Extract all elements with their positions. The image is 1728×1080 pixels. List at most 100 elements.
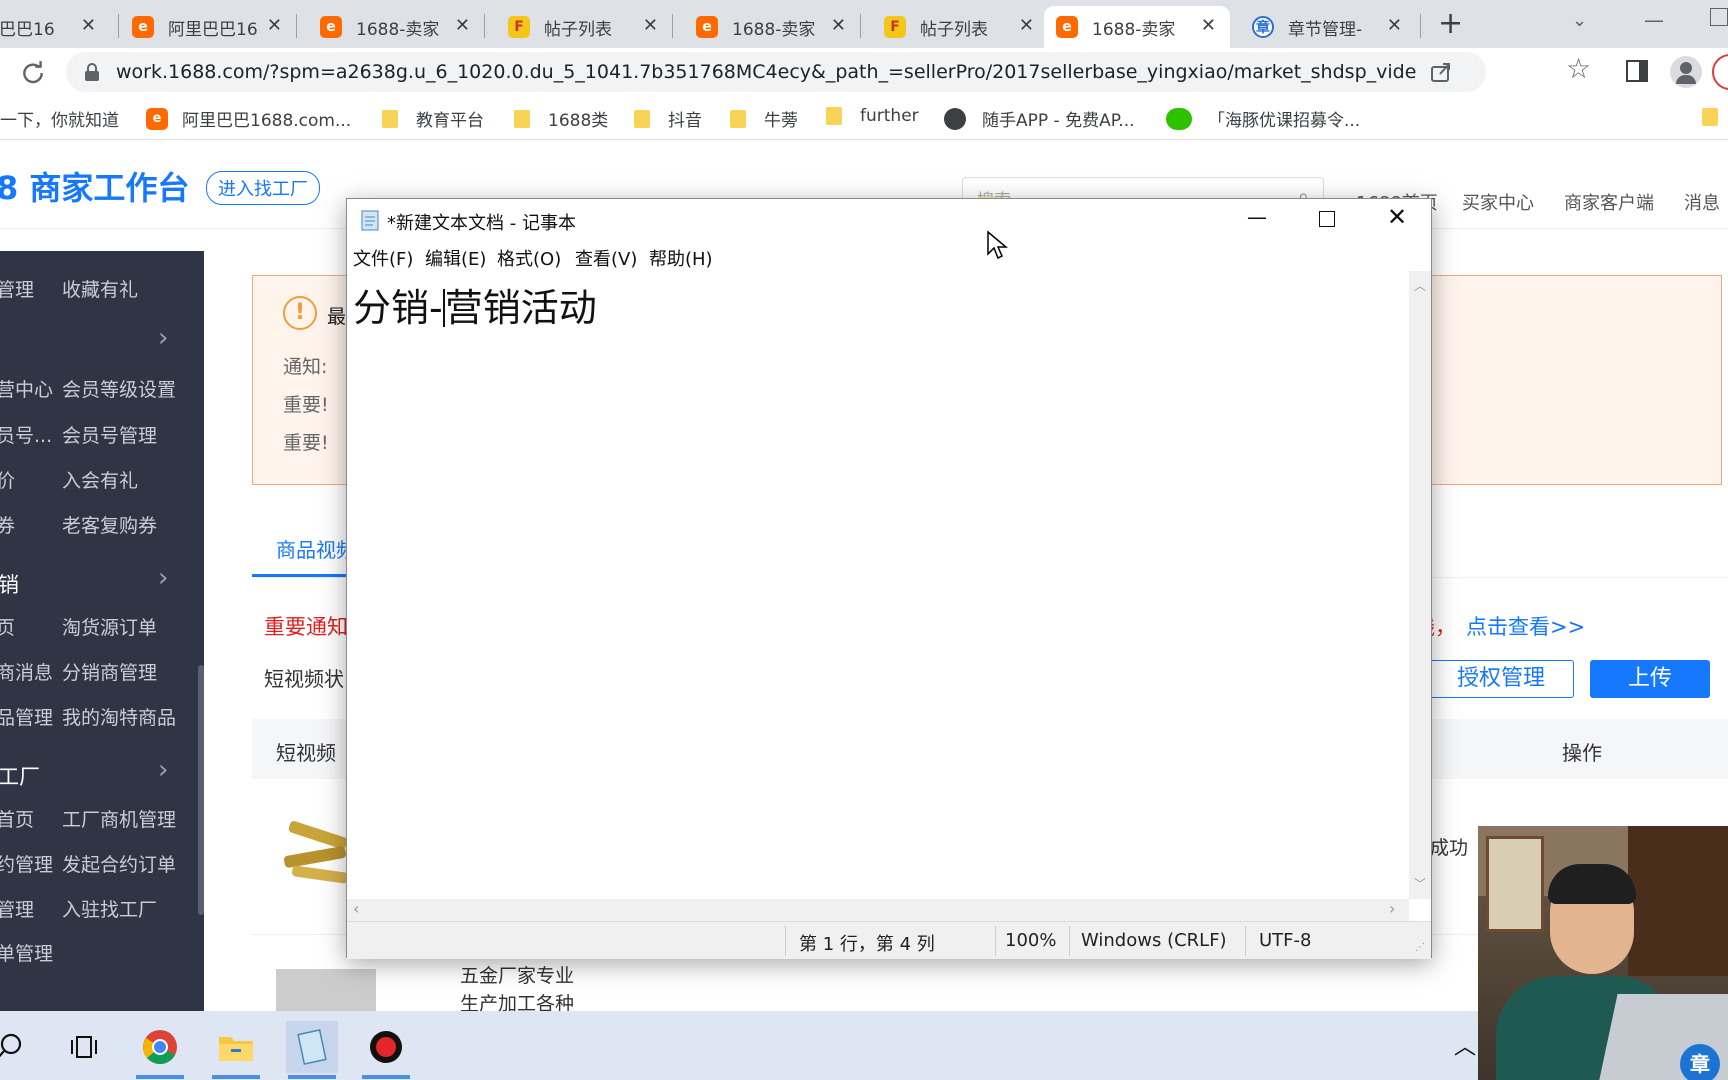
- nav-messages-link[interactable]: 消息: [1684, 189, 1720, 215]
- horizontal-scrollbar[interactable]: ‹ ›: [347, 899, 1409, 921]
- sidebar-item[interactable]: 首页: [0, 805, 34, 832]
- folder-icon[interactable]: [1702, 108, 1718, 126]
- sidebar-item[interactable]: 我的淘特商品: [62, 703, 176, 730]
- close-icon[interactable]: ✕: [455, 15, 470, 36]
- new-tab-button[interactable]: +: [1438, 6, 1463, 41]
- recorder-icon[interactable]: [360, 1021, 412, 1079]
- maximize-icon[interactable]: [1319, 211, 1335, 227]
- menu-format[interactable]: 格式(O): [497, 245, 561, 271]
- bookmark-folder[interactable]: 1688类: [514, 106, 608, 131]
- tab-product-video[interactable]: 商品视频: [276, 534, 356, 563]
- maximize-icon[interactable]: [1710, 8, 1728, 26]
- sidebar-item[interactable]: 收藏有礼: [62, 275, 138, 302]
- menu-edit[interactable]: 编辑(E): [425, 245, 486, 271]
- sidebar-item[interactable]: 老客复购券: [62, 511, 157, 538]
- menu-help[interactable]: 帮助(H): [649, 245, 713, 271]
- vertical-scrollbar[interactable]: ︿ ﹀: [1409, 271, 1431, 899]
- browser-tab[interactable]: e 1688-卖家 ✕: [684, 6, 860, 48]
- sidebar-item[interactable]: 券: [0, 511, 15, 538]
- sidebar-item[interactable]: 价: [0, 466, 15, 493]
- chrome-icon[interactable]: [134, 1021, 186, 1079]
- scroll-up-icon[interactable]: ︿: [1414, 277, 1426, 294]
- product-title[interactable]: 五金厂家专业: [460, 961, 574, 988]
- reload-icon[interactable]: [20, 60, 46, 86]
- bookmark-folder[interactable]: 抖音: [634, 106, 702, 131]
- scroll-down-icon[interactable]: ﹀: [1414, 875, 1426, 892]
- sidebar-item[interactable]: 品管理: [0, 703, 53, 730]
- nav-buyer-center-link[interactable]: 买家中心: [1462, 189, 1534, 215]
- sidebar-item[interactable]: 淘货源订单: [62, 613, 157, 640]
- lock-icon[interactable]: [84, 63, 100, 81]
- factory-entry-button[interactable]: 进入找工厂: [206, 171, 320, 205]
- scroll-left-icon[interactable]: ‹: [353, 899, 359, 918]
- sidebar-item[interactable]: 营中心: [0, 375, 53, 402]
- resize-grip-icon[interactable]: ⋰: [1415, 942, 1425, 953]
- browser-tab[interactable]: F 帖子列表 ✕: [872, 6, 1048, 48]
- close-icon[interactable]: ✕: [1387, 203, 1407, 231]
- menu-view[interactable]: 查看(V): [575, 245, 637, 271]
- sidebar-item[interactable]: 管理: [0, 275, 34, 302]
- share-icon[interactable]: [1430, 61, 1452, 83]
- bookmark-item[interactable]: e 阿里巴巴1688.com...: [146, 106, 351, 131]
- file-explorer-icon[interactable]: [210, 1021, 262, 1079]
- sidebar-item[interactable]: 入驻找工厂: [62, 895, 157, 922]
- close-icon[interactable]: ✕: [1201, 15, 1216, 36]
- bookmark-item[interactable]: 随手APP - 免费AP...: [944, 106, 1135, 131]
- close-icon[interactable]: ✕: [81, 15, 96, 36]
- sidebar-item[interactable]: 工厂商机管理: [62, 805, 176, 832]
- close-icon[interactable]: ✕: [643, 15, 658, 36]
- chevron-right-icon[interactable]: ›: [158, 323, 168, 353]
- extension-icon[interactable]: [1712, 54, 1728, 90]
- bookmark-item[interactable]: 「海豚优课招募令...: [1166, 106, 1360, 131]
- nav-client-link[interactable]: 商家客户端: [1564, 189, 1654, 215]
- sidebar-item[interactable]: 商消息: [0, 658, 53, 685]
- task-view-icon[interactable]: [58, 1021, 110, 1073]
- sidebar-group-header[interactable]: 工厂: [0, 761, 40, 791]
- chevron-right-icon[interactable]: ›: [158, 755, 168, 785]
- scroll-right-icon[interactable]: ›: [1389, 899, 1395, 918]
- sidebar-item[interactable]: 会员等级设置: [62, 375, 176, 402]
- sidebar-item[interactable]: 页: [0, 613, 15, 640]
- sidebar-item[interactable]: 约管理: [0, 850, 53, 877]
- browser-tab[interactable]: 里巴巴16 ✕: [0, 6, 110, 48]
- sidebar-item[interactable]: 员号...: [0, 421, 52, 448]
- minimize-icon[interactable]: —: [1247, 205, 1267, 229]
- close-icon[interactable]: ✕: [831, 15, 846, 36]
- sidebar-item[interactable]: 单管理: [0, 939, 53, 966]
- close-icon[interactable]: ✕: [1387, 15, 1402, 36]
- browser-tab[interactable]: e 1688-卖家 ✕: [308, 6, 484, 48]
- address-bar[interactable]: work.1688.com/?spm=a2638g.u_6_1020.0.du_…: [66, 52, 1486, 92]
- menu-file[interactable]: 文件(F): [353, 245, 413, 271]
- browser-tab[interactable]: F 帖子列表 ✕: [496, 6, 672, 48]
- view-notice-link[interactable]: 点击查看>>: [1466, 611, 1585, 641]
- chevron-right-icon[interactable]: ›: [158, 563, 168, 593]
- sidebar-scrollbar[interactable]: [198, 665, 204, 915]
- sidebar-group-header[interactable]: 销: [0, 569, 19, 599]
- search-icon[interactable]: [0, 1021, 36, 1073]
- sidebar-item[interactable]: 分销商管理: [62, 658, 157, 685]
- auth-manage-button[interactable]: 授权管理: [1428, 660, 1574, 698]
- upload-button[interactable]: 上传: [1590, 660, 1710, 698]
- bookmark-folder[interactable]: further: [826, 106, 919, 126]
- tray-expand-icon[interactable]: ︿: [1454, 1029, 1476, 1061]
- notepad-taskbar-icon[interactable]: [286, 1021, 338, 1079]
- profile-avatar-icon[interactable]: [1670, 56, 1702, 88]
- sidebar-item[interactable]: 入会有礼: [62, 466, 138, 493]
- sidebar-item[interactable]: 发起合约订单: [62, 850, 176, 877]
- notepad-titlebar[interactable]: *新建文本文档 - 记事本 — ✕: [347, 199, 1431, 241]
- side-panel-icon[interactable]: [1626, 60, 1648, 82]
- sidebar-item[interactable]: 管理: [0, 895, 34, 922]
- bookmark-item[interactable]: 一下，你就知道: [0, 106, 119, 131]
- close-icon[interactable]: ✕: [1019, 15, 1034, 36]
- tab-search-icon[interactable]: ⌄: [1572, 10, 1587, 31]
- sidebar-item[interactable]: 会员号管理: [62, 421, 157, 448]
- product-thumbnail[interactable]: [276, 969, 376, 1011]
- browser-tab[interactable]: 章 章节管理- ✕: [1240, 6, 1416, 48]
- browser-tab-active[interactable]: e 1688-卖家 ✕: [1044, 6, 1230, 48]
- bookmark-folder[interactable]: 牛蒡: [730, 106, 798, 131]
- bookmark-star-icon[interactable]: ☆: [1566, 52, 1591, 85]
- close-icon[interactable]: ✕: [267, 15, 282, 36]
- minimize-icon[interactable]: —: [1644, 8, 1664, 32]
- browser-tab[interactable]: e 阿里巴巴16 ✕: [120, 6, 296, 48]
- site-logo[interactable]: 8 商家工作台: [0, 163, 189, 209]
